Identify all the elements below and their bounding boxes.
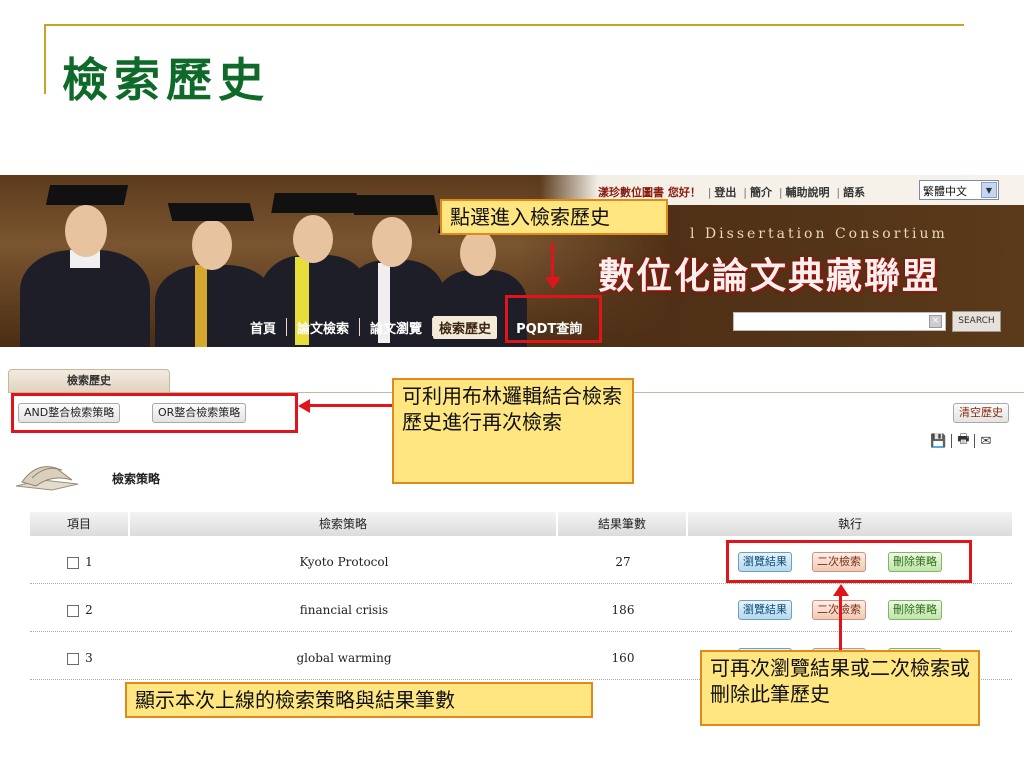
table-row: 2 financial crisis 186 瀏覽結果 二次檢索 刪除策略 <box>30 588 1012 632</box>
highlight-nav-history <box>505 295 602 343</box>
nav-browse[interactable]: 論文瀏覽 <box>360 318 432 337</box>
consortium-english: l Dissertation Consortium <box>690 226 948 242</box>
header-strategy: 檢索策略 <box>130 512 558 536</box>
row-checkbox[interactable] <box>67 652 80 665</box>
header-actions: 執行 <box>688 512 1012 536</box>
clear-icon[interactable]: × <box>929 315 942 328</box>
nav-search[interactable]: 論文檢索 <box>287 318 359 337</box>
callout-bottom: 顯示本次上線的檢索策略與結果筆數 <box>125 682 593 718</box>
arrow-enter-history <box>551 243 554 280</box>
consortium-chinese: 數位化論文典藏聯盟 <box>598 256 941 297</box>
slide-frame-top <box>44 24 964 26</box>
highlight-combine-buttons <box>11 393 298 433</box>
slide-title: 檢索歷史 <box>62 53 270 107</box>
chevron-down-icon: ▼ <box>981 182 997 198</box>
delete-strategy-button[interactable]: 刪除策略 <box>888 600 942 620</box>
graduate-photo-1 <box>10 175 160 347</box>
logout-link[interactable]: 登出 <box>714 186 736 199</box>
row-index: 3 <box>85 651 93 665</box>
language-label: 語系 <box>843 186 866 199</box>
row-strategy: financial crisis <box>299 603 389 617</box>
help-link[interactable]: 輔助說明 <box>786 186 830 199</box>
arrow-row-actions <box>839 596 842 650</box>
user-links: 漾珍數位圖書 您好！ | 登出 | 簡介 | 輔助說明 | 語系 <box>598 186 866 199</box>
user-greeting: 漾珍數位圖書 您好！ <box>598 186 701 199</box>
row-strategy: global warming <box>296 651 392 665</box>
header-count: 結果筆數 <box>558 512 688 536</box>
print-icon[interactable]: 🖶 <box>957 430 969 452</box>
highlight-row-actions <box>726 540 972 583</box>
search-button[interactable]: SEARCH <box>952 311 1001 332</box>
nav-search-history[interactable]: 檢索歷史 <box>433 315 498 339</box>
open-book-icon <box>15 466 79 491</box>
tab-search-history[interactable]: 檢索歷史 <box>8 369 170 393</box>
row-checkbox[interactable] <box>67 604 80 617</box>
row-count: 186 <box>611 603 635 617</box>
row-checkbox[interactable] <box>67 556 80 569</box>
row-count: 27 <box>615 555 631 569</box>
clear-history-button[interactable]: 清空歷史 <box>953 403 1009 423</box>
section-title: 檢索策略 <box>112 472 161 486</box>
tool-icons: 💾 🖶 ✉ <box>930 431 991 451</box>
slide-frame-left <box>44 24 46 94</box>
nav-home[interactable]: 首頁 <box>240 318 286 337</box>
callout-boolean: 可利用布林邏輯結合檢索歷史進行再次檢索 <box>392 378 634 484</box>
row-count: 160 <box>611 651 635 665</box>
callout-enter-history: 點選進入檢索歷史 <box>440 199 668 235</box>
row-index: 1 <box>85 555 93 569</box>
about-link[interactable]: 簡介 <box>750 186 772 199</box>
language-select[interactable]: 繁體中文 ▼ <box>919 180 999 200</box>
language-selected: 繁體中文 <box>923 185 967 198</box>
history-table-header: 項目 檢索策略 結果筆數 執行 <box>30 512 1012 536</box>
header-item: 項目 <box>30 512 130 536</box>
row-index: 2 <box>85 603 93 617</box>
email-icon[interactable]: ✉ <box>980 434 991 449</box>
search-input[interactable]: × <box>733 312 946 331</box>
callout-row-actions: 可再次瀏覽結果或二次檢索或刪除此筆歷史 <box>700 650 980 726</box>
view-results-button[interactable]: 瀏覽結果 <box>738 600 792 620</box>
save-icon[interactable]: 💾 <box>930 434 946 449</box>
arrow-boolean <box>310 404 392 407</box>
row-strategy: Kyoto Protocol <box>299 555 389 569</box>
